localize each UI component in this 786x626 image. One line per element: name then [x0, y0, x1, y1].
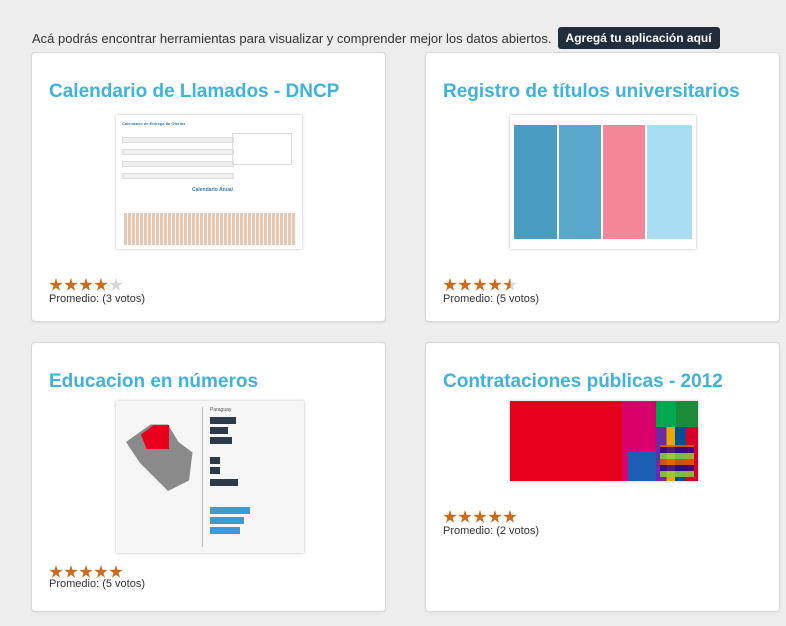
stat-bar [210, 437, 232, 444]
app-card-title[interactable]: Educacion en números [49, 371, 258, 393]
app-card-calendario: Calendario de Llamados - DNCP Calendario… [31, 52, 386, 322]
stat-bar [210, 517, 244, 524]
thumbnail-legend [232, 133, 292, 165]
stat-bar [210, 507, 250, 514]
star-icon[interactable] [49, 278, 63, 291]
stat-bar [210, 457, 220, 464]
treemap-cell [656, 401, 676, 427]
star-icon[interactable] [109, 565, 123, 578]
star-icon[interactable] [503, 278, 517, 291]
star-icon[interactable] [473, 278, 487, 291]
app-card-title[interactable]: Contrataciones públicas - 2012 [443, 371, 723, 393]
app-card-title[interactable]: Registro de títulos universitarios [443, 81, 740, 103]
app-thumbnail[interactable]: Calendario de Entrega de Ofertas Calenda… [116, 115, 302, 249]
star-icon[interactable] [443, 510, 457, 523]
thumbnail-field [122, 137, 234, 143]
app-thumbnail[interactable] [510, 115, 696, 249]
star-icon[interactable] [488, 278, 502, 291]
stat-bar [210, 527, 240, 534]
thumbnail-subtitle: Calendario Anual [192, 187, 233, 193]
rating-stars[interactable] [443, 510, 517, 524]
star-icon[interactable] [503, 510, 517, 523]
rating-stars[interactable] [49, 278, 123, 292]
stat-bar [210, 479, 238, 486]
treemap-cell [660, 445, 694, 477]
app-card-contrataciones: Contrataciones públicas - 2012 Promedio:… [425, 342, 780, 612]
thumbnail-field [122, 161, 234, 167]
star-icon[interactable] [64, 565, 78, 578]
chart-column [647, 125, 692, 239]
divider [202, 407, 203, 547]
app-card-educacion: Educacion en números Paraguay Promedio: … [31, 342, 386, 612]
chart-column [559, 125, 601, 239]
app-card-title[interactable]: Calendario de Llamados - DNCP [49, 81, 339, 103]
star-icon[interactable] [458, 278, 472, 291]
thumbnail-title: Calendario de Entrega de Ofertas [122, 121, 186, 126]
intro-text: Acá podrás encontrar herramientas para v… [32, 30, 552, 46]
star-icon[interactable] [443, 278, 457, 291]
app-thumbnail[interactable]: Paraguay [116, 401, 304, 553]
rating-stars[interactable] [443, 278, 517, 292]
rating-stars[interactable] [49, 565, 123, 579]
star-icon[interactable] [94, 278, 108, 291]
stat-bar [210, 417, 236, 424]
star-icon[interactable] [79, 565, 93, 578]
chart-column [514, 125, 557, 239]
chart-column [603, 125, 645, 239]
thumbnail-field [122, 173, 234, 179]
star-icon[interactable] [488, 510, 502, 523]
thumbnail-region: Paraguay [210, 407, 232, 413]
treemap-cell [676, 401, 698, 427]
intro-bar: Acá podrás encontrar herramientas para v… [32, 27, 720, 49]
calendar-grid [124, 213, 296, 245]
add-application-button[interactable]: Agregá tu aplicación aquí [557, 27, 720, 49]
thumbnail-field [122, 149, 234, 155]
star-icon[interactable] [79, 278, 93, 291]
app-thumbnail[interactable] [510, 401, 698, 481]
rating-average: Promedio: (5 votos) [49, 578, 145, 590]
star-icon[interactable] [94, 565, 108, 578]
star-icon[interactable] [109, 278, 123, 291]
stat-bar [210, 427, 228, 434]
star-icon[interactable] [64, 278, 78, 291]
stat-bar [210, 467, 220, 474]
treemap-cell [628, 451, 656, 481]
rating-average: Promedio: (2 votos) [443, 525, 539, 537]
star-icon[interactable] [473, 510, 487, 523]
star-icon[interactable] [49, 565, 63, 578]
rating-average: Promedio: (3 votos) [49, 293, 145, 305]
star-icon[interactable] [458, 510, 472, 523]
rating-average: Promedio: (5 votos) [443, 293, 539, 305]
app-card-registro-titulos: Registro de títulos universitarios Prome… [425, 52, 780, 322]
